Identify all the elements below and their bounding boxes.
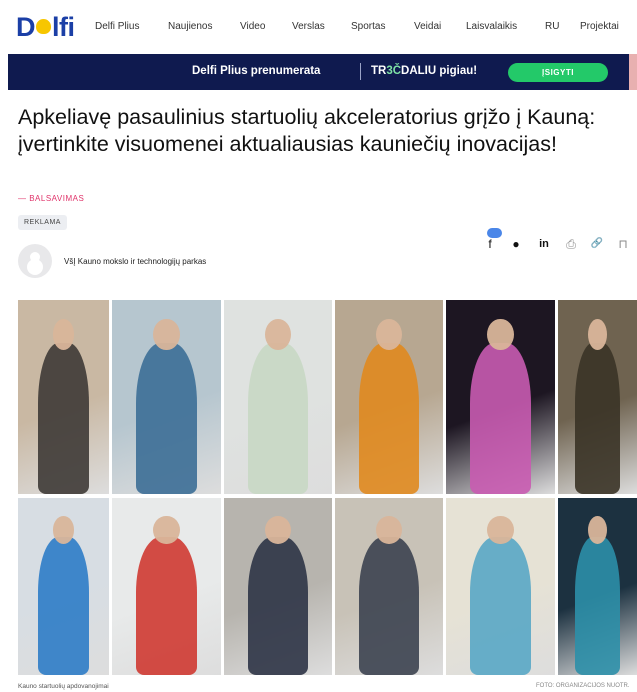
bookmark-icon[interactable]: ⊓ [613,234,633,254]
nav-item-video[interactable]: Video [240,21,265,32]
author-name[interactable]: VšĮ Kauno mokslo ir technologijų parkas [64,257,206,266]
photo-two-women-office[interactable] [335,498,443,675]
photo-subject-head [487,515,514,544]
banner-text: Delfi Plius prenumerata [192,65,321,77]
photo-lab-worker[interactable] [112,300,221,494]
messenger-icon[interactable]: ● [506,234,526,254]
photo-subject [38,342,89,494]
photo-man-orange-shirt[interactable] [335,300,443,494]
link-icon[interactable]: 🔗 [587,234,607,254]
photo-subject [247,342,309,494]
top-navigation: Dlfi Delfi Plius Naujienos Video Verslas… [0,0,637,52]
gallery-caption: Kauno startuolių apdovanojimai [18,683,109,690]
photo-subject-head [376,515,402,544]
banner-promo: TR3ČDALIU pigiau! [371,65,478,77]
photo-credit: FOTO: ORGANIZACIJOS NUOTR. [536,683,630,689]
photo-subject [135,536,197,675]
photo-subject-head [487,319,514,351]
photo-man-blue-jacket[interactable] [18,498,109,675]
photo-man-workbench[interactable] [558,300,637,494]
nav-item-projektai[interactable]: Projektai [580,21,619,32]
photo-subject [247,536,309,675]
delfi-logo[interactable]: Dlfi [16,12,75,43]
photo-subject [469,342,531,494]
article-category[interactable]: — BALSAVIMAS [18,194,84,203]
nav-item-ru[interactable]: RU [545,21,559,32]
photo-car-interior[interactable] [558,498,637,675]
subscribe-button[interactable]: ĮSIGYTI [508,63,608,82]
sponsored-tag: REKLAMA [18,215,67,230]
print-icon[interactable]: ⎙ [561,234,581,254]
photo-subject-head [153,515,180,544]
photo-subject [38,536,89,675]
photo-phone-app-screen[interactable] [446,300,555,494]
photo-subject-head [588,515,607,544]
photo-gallery[interactable] [18,300,637,675]
heart-icon [36,19,51,34]
photo-woman-white-blazer[interactable] [224,300,332,494]
photo-subject-head [265,515,291,544]
nav-item-delfi-plius[interactable]: Delfi Plius [95,21,139,32]
nav-item-naujienos[interactable]: Naujienos [168,21,212,32]
nav-item-verslas[interactable]: Verslas [292,21,325,32]
photo-subject-head [153,319,180,351]
banner-divider [360,63,361,80]
subscription-banner[interactable]: Delfi Plius prenumerata TR3ČDALIU pigiau… [8,54,629,90]
article-headline: Apkeliavę pasaulinius startuolių akceler… [18,105,596,156]
photo-product-package[interactable] [112,498,221,675]
photo-subject [135,342,197,494]
photo-man-holding-device[interactable] [18,300,109,494]
author-avatar [18,244,52,278]
nav-item-sportas[interactable]: Sportas [351,21,385,32]
photo-subject [358,536,420,675]
nav-item-veidai[interactable]: Veidai [414,21,441,32]
photo-subject [575,342,620,494]
nav-item-laisvalaikis[interactable]: Laisvalaikis [466,21,517,32]
photo-medical-worker[interactable] [446,498,555,675]
photo-subject [469,536,531,675]
photo-subject [575,536,620,675]
photo-subject [358,342,420,494]
adjacent-banner-edge [629,54,637,90]
facebook-icon[interactable]: f [480,234,500,254]
photo-man-dark-suit[interactable] [224,498,332,675]
linkedin-icon[interactable]: in [534,234,554,254]
